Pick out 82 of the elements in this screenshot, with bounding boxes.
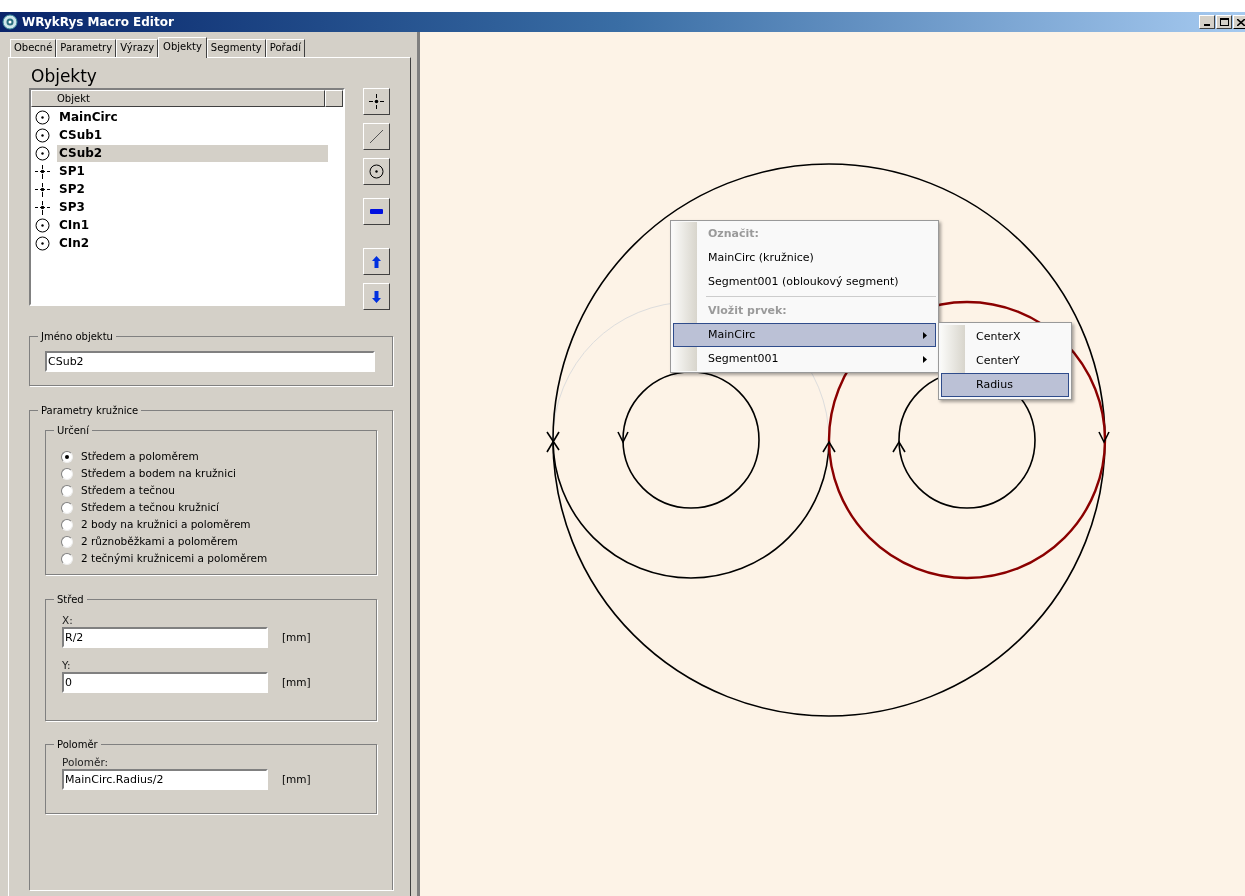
list-item[interactable]: SP3 (57, 198, 328, 216)
group-label: Parametry kružnice (38, 403, 142, 418)
group-label: Jméno objektu (38, 329, 116, 344)
input-field[interactable]: R/2 (62, 627, 268, 648)
menu-item[interactable]: MainCirc (673, 323, 936, 347)
tab[interactable]: Výrazy (116, 39, 159, 57)
circle-icon (35, 217, 50, 233)
list-item[interactable]: SP2 (57, 180, 328, 198)
list-item[interactable]: CSub2 (57, 144, 328, 162)
add-circle-button[interactable] (363, 158, 390, 185)
radio-label: Středem a tečnou (81, 482, 175, 498)
minus-icon (370, 209, 383, 214)
tab[interactable]: Pořadí (265, 39, 305, 57)
radio-button[interactable] (61, 450, 73, 463)
point-icon (35, 163, 50, 179)
radio-label: 2 tečnými kružnicemi a poloměrem (81, 550, 268, 566)
remove-button[interactable] (363, 198, 390, 225)
list-item[interactable]: SP1 (57, 162, 328, 180)
circle-icon (35, 127, 50, 143)
menu-item[interactable]: Segment001 (673, 347, 936, 371)
list-item[interactable]: CSub1 (57, 126, 328, 144)
radio-button[interactable] (61, 535, 73, 548)
circle-icon (35, 109, 50, 125)
arrow-down-icon (372, 290, 381, 303)
move-down-button[interactable] (363, 283, 390, 310)
close-icon (1237, 18, 1245, 26)
radio-button[interactable] (61, 484, 73, 497)
radio-button[interactable] (61, 467, 73, 480)
unit-label: [mm] (282, 771, 311, 787)
tab[interactable]: Parametry (56, 39, 117, 57)
circle-icon (369, 164, 384, 179)
maximize-button[interactable] (1216, 15, 1232, 29)
arrow-up-icon (372, 255, 381, 268)
add-point-button[interactable] (363, 88, 390, 115)
point-icon (369, 94, 384, 109)
minimize-button[interactable] (1199, 15, 1215, 29)
tab[interactable]: Objekty (158, 37, 207, 58)
radio-label: 2 body na kružnici a poloměrem (81, 516, 251, 532)
unit-label: [mm] (282, 674, 311, 690)
submenu-arrow-icon (923, 331, 927, 339)
radio-button[interactable] (61, 501, 73, 514)
line-icon (369, 129, 384, 144)
section-heading: Objekty (31, 66, 98, 86)
field-label: X: (62, 613, 74, 627)
point-icon (35, 199, 50, 215)
menu-item[interactable]: Segment001 (obloukový segment) (673, 270, 936, 294)
list-item[interactable]: CIn2 (57, 234, 328, 252)
radio-label: Středem a bodem na kružnici (81, 465, 236, 481)
object-name-field[interactable]: CSub2 (45, 351, 375, 372)
minimize-icon (1204, 24, 1210, 26)
radio-label: Středem a poloměrem (81, 448, 199, 464)
window-title: WRykRys Macro Editor (22, 14, 174, 31)
radio-label: Středem a tečnou kružnicí (81, 499, 220, 515)
radio-button[interactable] (61, 552, 73, 565)
circle-icon (35, 235, 50, 251)
add-line-button[interactable] (363, 123, 390, 150)
menu-heading: Označit: (707, 226, 760, 242)
object-list[interactable]: Objekt MainCirc CSub1 CSub2 SP1 SP2 SP3 CIn1 CIn2 (29, 88, 345, 306)
radio-label: 2 různoběžkami a poloměrem (81, 533, 238, 549)
input-field[interactable]: MainCirc.Radius/2 (62, 769, 268, 790)
input-field[interactable]: 0 (62, 672, 268, 693)
menu-heading: Vložit prvek: (707, 303, 788, 319)
column-header[interactable]: Objekt (31, 90, 325, 107)
field-label: Y: (62, 658, 72, 672)
move-up-button[interactable] (363, 248, 390, 275)
column-header[interactable] (325, 90, 343, 107)
maximize-icon (1219, 18, 1229, 26)
tab[interactable]: Segmenty (206, 39, 266, 57)
radio-button[interactable] (61, 518, 73, 531)
menu-item[interactable]: MainCirc (kružnice) (673, 246, 936, 270)
submenu-arrow-icon (923, 355, 927, 363)
list-item[interactable]: CIn1 (57, 216, 328, 234)
menu-item[interactable]: CenterY (941, 349, 1069, 373)
tab[interactable]: Obecné (10, 39, 57, 57)
menu-item[interactable]: CenterX (941, 325, 1069, 349)
list-item[interactable]: MainCirc (57, 108, 328, 126)
unit-label: [mm] (282, 629, 311, 645)
circle-icon (35, 145, 50, 161)
eye-icon (2, 14, 18, 30)
menu-item[interactable]: Radius (941, 373, 1069, 397)
point-icon (35, 181, 50, 197)
field-label: Poloměr: (62, 755, 110, 769)
